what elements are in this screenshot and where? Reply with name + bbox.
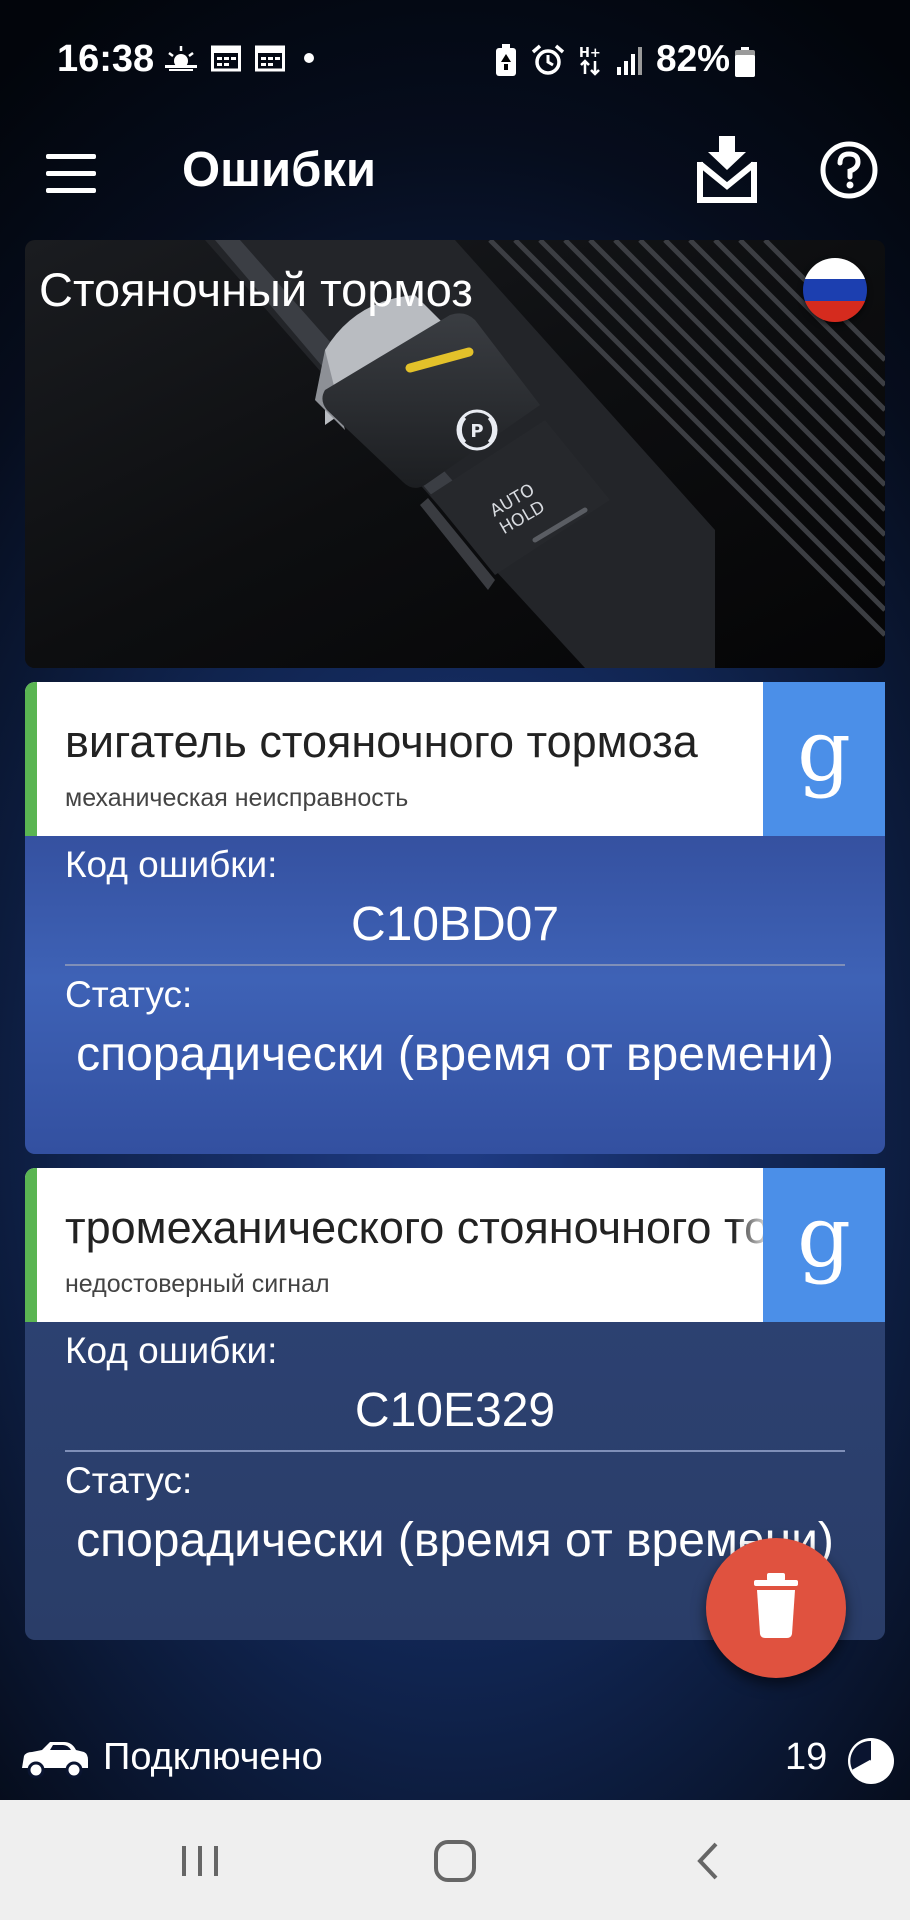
menu-icon[interactable] <box>46 154 96 194</box>
connection-bar: Подключено 19 <box>0 1730 910 1790</box>
error-details: Код ошибки: C10BD07 Статус: спорадически… <box>25 836 885 1154</box>
hero-image: P AUTO HOLD Стояночный тормоз <box>25 240 885 668</box>
battery-percent: 82% <box>656 38 731 79</box>
battery-icon <box>735 47 755 77</box>
connection-status: Подключено <box>103 1736 323 1778</box>
google-search-button[interactable]: g <box>763 682 885 836</box>
trash-icon <box>754 1573 798 1638</box>
code-label: Код ошибки: <box>65 844 278 885</box>
signal-icon <box>617 47 642 75</box>
download-icon[interactable] <box>696 134 758 204</box>
home-icon[interactable] <box>425 1836 485 1886</box>
alarm-icon <box>531 44 565 75</box>
svg-text:H+: H+ <box>579 46 601 61</box>
calendar-icon <box>255 45 285 72</box>
status-bar: 16:38 H+ 82% <box>0 0 910 120</box>
google-icon: g <box>797 1188 851 1286</box>
divider <box>65 1450 845 1452</box>
dot-icon <box>304 53 314 63</box>
status-time: 16:38 <box>57 38 155 80</box>
hero-title: Стояночный тормоз <box>39 263 473 316</box>
help-icon[interactable] <box>819 140 879 200</box>
car-icon <box>22 1742 88 1779</box>
weather-icon <box>165 46 197 71</box>
error-code: C10E329 <box>354 1384 556 1437</box>
system-nav-bar <box>0 1800 910 1920</box>
hplus-data-icon: H+ <box>579 46 601 76</box>
code-label: Код ошибки: <box>65 1330 278 1371</box>
severity-accent <box>25 682 37 836</box>
park-symbol: P <box>470 421 483 442</box>
severity-accent <box>25 1168 37 1322</box>
page-title: Ошибки <box>182 143 376 197</box>
calendar-icon <box>211 45 241 72</box>
divider <box>65 964 845 966</box>
error-header: вигатель стояночного тормоза механическа… <box>25 682 885 836</box>
status-label: Статус: <box>65 1460 193 1501</box>
error-header: тромеханического стояночного тормоза нед… <box>25 1168 885 1322</box>
delete-button[interactable] <box>706 1538 846 1678</box>
system-icons: H+ <box>495 44 645 76</box>
app-bar: Ошибки <box>0 120 910 232</box>
recent-apps-icon[interactable] <box>170 1836 230 1886</box>
error-card: вигатель стояночного тормоза механическа… <box>25 682 885 1154</box>
error-name: вигатель стояночного тормоза <box>65 716 698 767</box>
error-status: спорадически (время от времени) <box>76 1028 834 1081</box>
error-description: недостоверный сигнал <box>65 1270 330 1298</box>
notification-icons <box>165 44 319 72</box>
back-icon[interactable] <box>678 1836 738 1886</box>
google-search-button[interactable]: g <box>763 1168 885 1322</box>
error-count: 19 <box>785 1736 828 1778</box>
error-code: C10BD07 <box>350 898 560 951</box>
error-name: тромеханического стояночного тормоза <box>65 1202 773 1253</box>
error-description: механическая неисправность <box>65 784 409 812</box>
pie-chart-icon[interactable] <box>845 1735 897 1787</box>
russia-flag-icon[interactable] <box>803 258 867 322</box>
google-icon: g <box>797 702 851 800</box>
status-label: Статус: <box>65 974 193 1015</box>
battery-saver-icon <box>496 44 516 76</box>
